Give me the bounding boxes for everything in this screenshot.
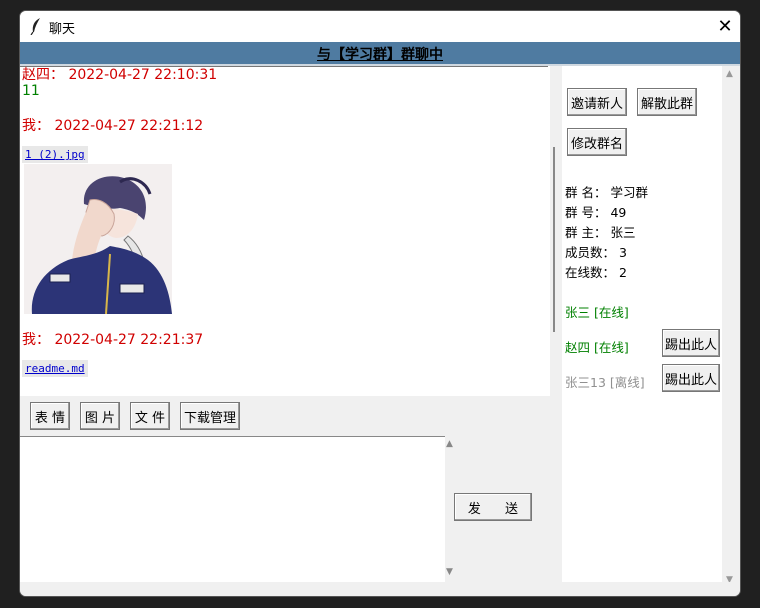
status-strip [20,582,740,596]
image-attachment[interactable] [24,164,172,314]
online-count: 在线数： 2 [565,265,627,280]
close-icon: ✕ [717,16,733,37]
member-item: 张三 [在线] [565,305,629,320]
member-item: 赵四 [在线] [565,340,629,355]
scroll-down-icon[interactable]: ▼ [446,567,453,577]
chat-window: 聊天 ✕ 与【学习群】群聊中 赵四： 2022-04-27 22:10:31 1… [20,11,740,596]
file-link[interactable]: 1 (2).jpg [22,146,88,163]
image-button[interactable]: 图 片 [80,402,120,430]
chat-toolbar: 表 情 图 片 文 件 下载管理 [20,396,550,436]
member-item: 张三13 [离线] [565,375,645,390]
group-info-panel: 邀请新人 解散此群 修改群名 群 名： 学习群 群 号： 49 群 主： 张三 … [562,66,722,588]
window-title: 聊天 [49,22,76,37]
group-banner: 与【学习群】群聊中 [20,42,740,66]
message-header: 赵四： 2022-04-27 22:10:31 [22,67,218,83]
file-button[interactable]: 文 件 [130,402,170,430]
download-manager-button[interactable]: 下载管理 [180,402,240,430]
message-history[interactable]: 赵四： 2022-04-27 22:10:31 11 我： 2022-04-27… [20,66,550,396]
message-text: 11 [22,83,40,99]
rename-group-button[interactable]: 修改群名 [567,128,627,156]
group-owner: 群 主： 张三 [565,225,636,240]
message-input[interactable] [20,436,445,583]
send-button[interactable]: 发 送 [454,493,532,521]
emoji-button[interactable]: 表 情 [30,402,70,430]
feather-icon [30,18,40,35]
file-link[interactable]: readme.md [22,360,88,377]
invite-button[interactable]: 邀请新人 [567,88,627,116]
scroll-up-icon[interactable]: ▲ [726,69,733,79]
kick-member-button[interactable]: 踢出此人 [662,364,720,392]
title-bar: 聊天 ✕ [20,11,740,42]
kick-member-button[interactable]: 踢出此人 [662,329,720,357]
scroll-up-icon[interactable]: ▲ [446,439,453,449]
message-header: 我： 2022-04-27 22:21:12 [22,118,204,134]
member-count: 成员数： 3 [565,245,627,260]
dissolve-group-button[interactable]: 解散此群 [637,88,697,116]
banner-text: 与【学习群】群聊中 [317,47,443,63]
message-header: 我： 2022-04-27 22:21:37 [22,332,204,348]
group-name: 群 名： 学习群 [565,185,648,200]
chat-scrollbar[interactable] [553,147,555,332]
close-button[interactable]: ✕ [710,11,740,42]
group-id: 群 号： 49 [565,205,627,220]
